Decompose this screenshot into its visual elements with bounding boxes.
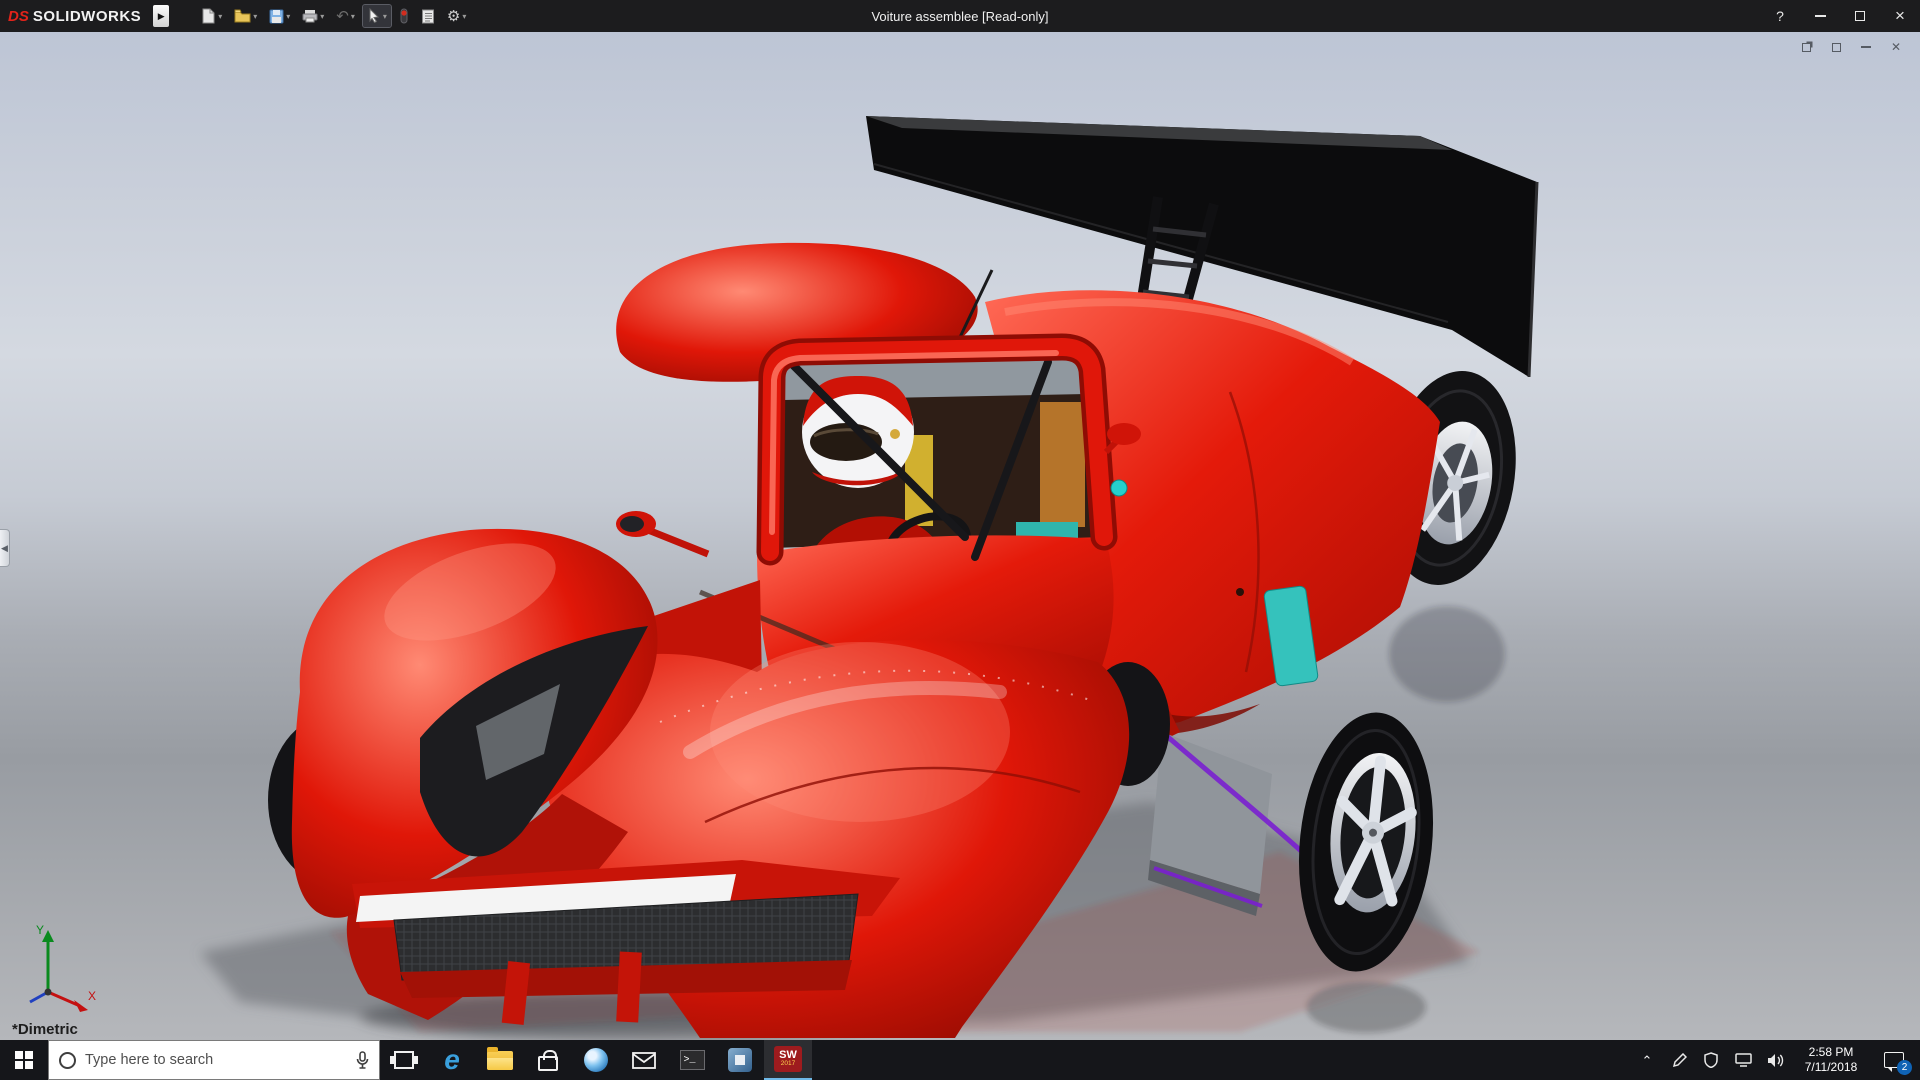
triad-x-label: X (88, 989, 96, 1003)
notification-badge: 2 (1897, 1060, 1912, 1075)
print-icon (302, 10, 318, 23)
select-cursor-icon (369, 8, 379, 24)
dropdown-caret-icon[interactable]: ▾ (320, 12, 324, 21)
doc-pin-button[interactable] (1826, 38, 1846, 56)
tray-volume-button[interactable] (1760, 1040, 1790, 1080)
window-controls: ? × (1760, 0, 1920, 32)
mail-icon (632, 1051, 656, 1069)
windows-logo-icon (15, 1051, 33, 1069)
solidworks-icon-year: 2017 (780, 1060, 796, 1068)
quick-toolbar: ▾ ▾ ▾ ▾ ↶ ▾ ▾ ⚙ ▾ (197, 4, 470, 28)
chevron-up-icon: ⌃ (1641, 1053, 1653, 1068)
cortana-icon (59, 1051, 76, 1069)
task-view-button[interactable] (380, 1040, 428, 1080)
triad-y-label: Y (36, 923, 44, 937)
feature-panel-tab[interactable]: ◀ (0, 529, 10, 567)
maximize-button[interactable] (1840, 0, 1880, 32)
tray-network-button[interactable] (1728, 1040, 1758, 1080)
dropdown-caret-icon[interactable]: ▾ (383, 12, 387, 21)
solidworks-taskbar-button[interactable]: SW 2017 (764, 1040, 812, 1080)
document-window-controls: ✕ (1796, 38, 1906, 56)
system-tray: ⌃ 2:58 PM 7/11/2018 2 (1632, 1040, 1920, 1080)
app-button[interactable] (716, 1040, 764, 1080)
open-icon (234, 9, 251, 23)
pen-icon (1672, 1052, 1687, 1067)
edge-button[interactable]: e (428, 1040, 476, 1080)
taskbar-search[interactable] (48, 1040, 380, 1080)
dropdown-caret-icon[interactable]: ▾ (253, 12, 257, 21)
new-document-icon (202, 8, 215, 24)
minimize-button[interactable] (1800, 0, 1840, 32)
tray-expand-button[interactable]: ⌃ (1632, 1040, 1662, 1080)
clock-time: 2:58 PM (1808, 1045, 1854, 1059)
minimize-icon (1814, 15, 1826, 17)
start-button[interactable] (0, 1040, 48, 1080)
maximize-icon (1855, 11, 1865, 21)
browser-button[interactable] (572, 1040, 620, 1080)
print-button[interactable]: ▾ (298, 6, 328, 26)
dropdown-caret-icon[interactable]: ▾ (286, 12, 290, 21)
orientation-triad: Y X (29, 923, 96, 1012)
store-button[interactable] (524, 1040, 572, 1080)
select-tool-button[interactable]: ▾ (361, 4, 392, 28)
ds-logo-icon: DS (8, 7, 29, 25)
task-view-icon (390, 1051, 418, 1069)
rebuild-icon (400, 8, 408, 24)
help-button[interactable]: ? (1760, 0, 1800, 32)
store-bag-icon (538, 1049, 558, 1071)
undo-button[interactable]: ↶ ▾ (332, 6, 359, 27)
close-button[interactable]: × (1880, 0, 1920, 32)
dropdown-caret-icon[interactable]: ▾ (218, 12, 222, 21)
file-properties-icon (421, 9, 434, 23)
command-prompt-icon: >_ (679, 1050, 705, 1070)
browser-icon (584, 1048, 608, 1072)
edge-icon: e (444, 1044, 460, 1075)
new-document-button[interactable]: ▾ (197, 5, 226, 27)
window-title: Voiture assemblee [Read-only] (871, 8, 1049, 24)
save-button[interactable]: ▾ (265, 6, 294, 27)
open-button[interactable]: ▾ (230, 6, 261, 26)
doc-restore-button[interactable] (1796, 38, 1816, 56)
tray-pen-button[interactable] (1664, 1040, 1694, 1080)
view-orientation-label: *Dimetric (12, 1021, 78, 1038)
solidworks-icon: SW 2017 (774, 1046, 802, 1072)
search-input[interactable] (85, 1052, 347, 1068)
marker-light (1110, 479, 1128, 497)
file-explorer-button[interactable] (476, 1040, 524, 1080)
network-icon (1734, 1053, 1752, 1067)
model-canvas[interactable] (0, 32, 1920, 1040)
microphone-icon[interactable] (356, 1051, 369, 1069)
action-center-button[interactable]: 2 (1872, 1040, 1916, 1080)
undo-icon: ↶ (336, 7, 349, 25)
brand-wordmark: SOLIDWORKS (32, 7, 142, 25)
solidworks-logo: DS SOLIDWORKS (0, 8, 149, 25)
volume-icon (1767, 1053, 1783, 1067)
folder-icon (487, 1046, 513, 1070)
options-button[interactable]: ⚙ ▾ (443, 6, 470, 27)
graphics-viewport[interactable]: ✕ ◀ Y X *Dimetric (0, 32, 1920, 1040)
taskbar-clock[interactable]: 2:58 PM 7/11/2018 (1792, 1045, 1870, 1075)
file-properties-button[interactable] (417, 6, 439, 27)
app-icon (728, 1048, 752, 1072)
mail-button[interactable] (620, 1040, 668, 1080)
rebuild-button[interactable] (395, 5, 413, 27)
dropdown-caret-icon[interactable]: ▾ (462, 12, 466, 21)
clock-date: 7/11/2018 (1804, 1060, 1858, 1074)
shield-icon (1704, 1052, 1718, 1068)
windows-taskbar: e >_ SW 2017 ⌃ 2:58 PM 7/11/2018 (0, 1040, 1920, 1080)
menu-flyout-arrow-icon[interactable]: ▶ (153, 5, 170, 27)
gear-icon: ⚙ (446, 7, 461, 25)
doc-close-button[interactable]: ✕ (1886, 38, 1906, 56)
titlebar: DS SOLIDWORKS ▶ ▾ ▾ ▾ ▾ ↶ ▾ ▾ ⚙ ▾ Voitur… (0, 0, 1920, 32)
dropdown-caret-icon[interactable]: ▾ (351, 12, 355, 21)
tray-security-button[interactable] (1696, 1040, 1726, 1080)
save-icon (269, 9, 284, 23)
doc-minimize-button[interactable] (1856, 38, 1876, 56)
command-prompt-button[interactable]: >_ (668, 1040, 716, 1080)
